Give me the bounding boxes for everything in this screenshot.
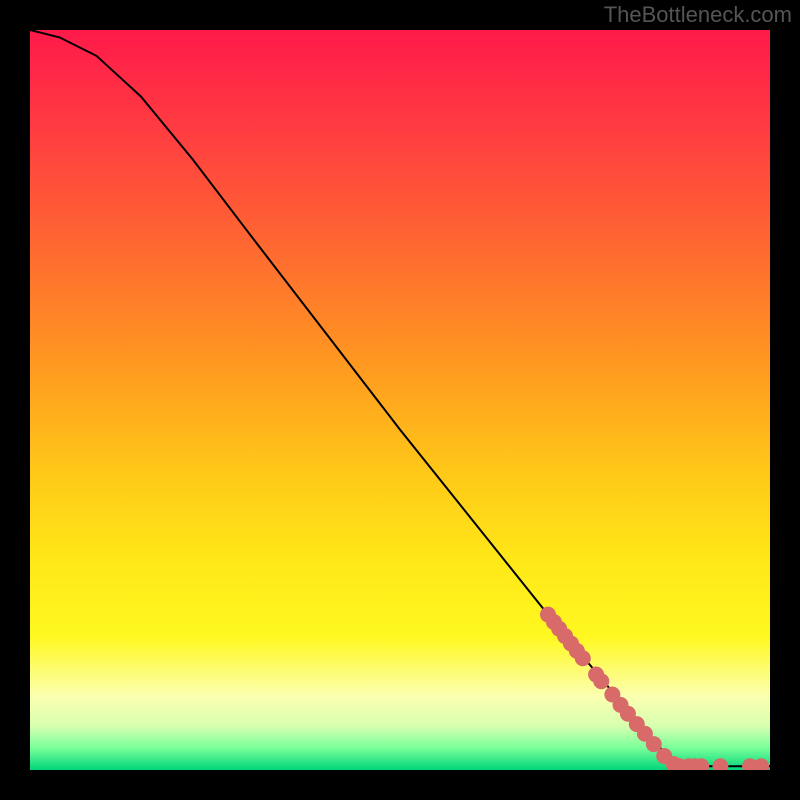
chart-background: [30, 30, 770, 770]
chart-plot-area: [30, 30, 770, 770]
watermark-text: TheBottleneck.com: [604, 2, 792, 28]
chart-svg: [30, 30, 770, 770]
chart-marker: [593, 673, 609, 689]
chart-marker: [575, 650, 591, 666]
